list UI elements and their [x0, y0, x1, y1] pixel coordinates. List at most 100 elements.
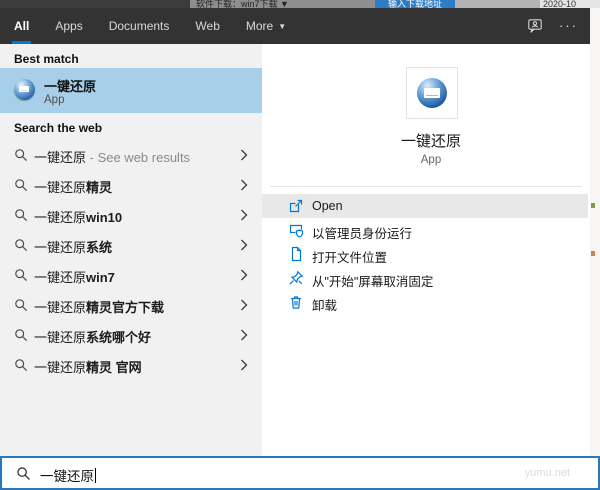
suggestion-text: 一键还原精灵官方下载 [34, 297, 164, 316]
action-open[interactable]: Open [262, 194, 588, 218]
chevron-right-icon[interactable] [240, 239, 248, 251]
search-icon [14, 268, 28, 282]
background-artifact [591, 203, 595, 208]
chevron-right-icon[interactable] [240, 209, 248, 221]
suggestion-query: 一键还原 [34, 240, 86, 255]
background-download-button: 输入下载地址 [375, 0, 455, 8]
web-suggestion-row[interactable]: 一键还原win10 [0, 200, 262, 230]
chevron-right-icon[interactable] [240, 269, 248, 281]
watermark-text: yumu.net [525, 467, 570, 479]
suggestion-text: 一键还原win10 [34, 207, 122, 226]
app-subtitle: App [262, 154, 600, 166]
suggestion-completion: win10 [86, 210, 122, 225]
topbar-icons: ··· [527, 8, 578, 44]
web-suggestion-row[interactable]: 一键还原系统哪个好 [0, 320, 262, 350]
suggestion-query: 一键还原 [34, 180, 86, 195]
windows-search-screen: 软件下载：win7下载 ▼ 输入下载地址 2020-10 All Apps Do… [0, 0, 600, 490]
action-open-file-location[interactable]: 打开文件位置 [262, 242, 588, 266]
background-right-edge [590, 8, 600, 490]
best-match-result[interactable]: 一键还原 App [0, 68, 262, 113]
unpin-icon [288, 270, 304, 286]
chevron-right-icon[interactable] [240, 359, 248, 371]
suggestion-completion: 系统哪个好 [86, 330, 151, 345]
tab-documents-label: Documents [109, 19, 170, 33]
background-dark-segment [0, 0, 190, 8]
search-input[interactable]: 一键还原 yumu.net [0, 456, 600, 490]
file-location-icon [288, 246, 304, 262]
action-label: 打开文件位置 [312, 247, 387, 266]
suggestion-text: 一键还原 - See web results [34, 147, 190, 166]
web-suggestion-row[interactable]: 一键还原win7 [0, 260, 262, 290]
trash-icon [288, 294, 304, 310]
background-date-fragment: 2020-10 [540, 0, 600, 8]
suggestion-text: 一键还原精灵 [34, 177, 112, 196]
filter-tabs: All Apps Documents Web More ▼ [14, 8, 286, 44]
background-page-strip: 软件下载：win7下载 ▼ 输入下载地址 2020-10 [0, 0, 600, 8]
web-suggestion-row[interactable]: 一键还原系统 [0, 230, 262, 260]
suggestion-query: 一键还原 [34, 150, 86, 165]
tab-more[interactable]: More ▼ [246, 8, 286, 44]
search-icon [14, 238, 28, 252]
suggestion-completion: 系统 [86, 240, 112, 255]
suggestion-completion: 精灵 [86, 180, 112, 195]
search-icon [14, 148, 28, 162]
search-input-value: 一键还原 [40, 465, 96, 485]
best-match-header: Best match [14, 52, 79, 66]
search-icon [14, 358, 28, 372]
web-suggestion-row[interactable]: 一键还原 - See web results [0, 140, 262, 170]
suggestion-query: 一键还原 [34, 360, 86, 375]
suggestion-note: - See web results [86, 150, 190, 165]
suggestion-query: 一键还原 [34, 330, 86, 345]
action-label: Open [312, 199, 343, 213]
chevron-right-icon[interactable] [240, 329, 248, 341]
search-icon [14, 328, 28, 342]
more-options-icon[interactable]: ··· [559, 21, 578, 31]
action-run-as-admin[interactable]: 以管理员身份运行 [262, 218, 588, 242]
search-filter-bar: All Apps Documents Web More ▼ ··· [0, 8, 590, 44]
chevron-down-icon: ▼ [278, 22, 286, 31]
suggestion-query: 一键还原 [34, 210, 86, 225]
tab-all[interactable]: All [14, 8, 29, 44]
search-the-web-header: Search the web [14, 121, 102, 135]
tab-documents[interactable]: Documents [109, 8, 170, 44]
chevron-right-icon[interactable] [240, 149, 248, 161]
app-icon-card [406, 67, 458, 119]
app-icon [417, 78, 447, 108]
tab-apps[interactable]: Apps [55, 8, 82, 44]
web-suggestion-row[interactable]: 一键还原精灵 官网 [0, 350, 262, 380]
suggestion-text: 一键还原系统 [34, 237, 112, 256]
best-match-title: 一键还原 [44, 76, 96, 95]
action-label: 以管理员身份运行 [312, 223, 412, 242]
app-detail-panel: 一键还原 App Open [262, 44, 590, 456]
suggestion-query: 一键还原 [34, 300, 86, 315]
suggestion-completion: 精灵官方下载 [86, 300, 164, 315]
web-suggestion-row[interactable]: 一键还原精灵官方下载 [0, 290, 262, 320]
background-text-fragment: 软件下载：win7下载 ▼ [190, 0, 375, 8]
run-as-admin-icon [288, 222, 304, 238]
search-icon [16, 466, 31, 481]
app-icon [14, 79, 35, 100]
background-artifact [591, 251, 595, 256]
web-suggestion-row[interactable]: 一键还原精灵 [0, 170, 262, 200]
action-uninstall[interactable]: 卸载 [262, 290, 588, 314]
search-icon [14, 208, 28, 222]
action-label: 从"开始"屏幕取消固定 [312, 271, 433, 290]
suggestion-completion: 精灵 官网 [86, 360, 142, 375]
action-unpin-from-start[interactable]: 从"开始"屏幕取消固定 [262, 266, 588, 290]
tab-web[interactable]: Web [195, 8, 219, 44]
app-title: 一键还原 [262, 130, 600, 151]
suggestion-completion: win7 [86, 270, 115, 285]
suggestion-text: 一键还原系统哪个好 [34, 327, 151, 346]
chevron-right-icon[interactable] [240, 299, 248, 311]
results-panel: Best match 一键还原 App Search the web 一键还原 … [0, 44, 262, 456]
open-icon [288, 198, 304, 214]
feedback-icon[interactable] [527, 18, 543, 34]
best-match-subtitle: App [44, 94, 64, 106]
background-gray-segment [455, 0, 540, 8]
suggestion-text: 一键还原精灵 官网 [34, 357, 142, 376]
chevron-right-icon[interactable] [240, 179, 248, 191]
search-icon [14, 178, 28, 192]
tab-more-label: More [246, 19, 273, 33]
suggestion-text: 一键还原win7 [34, 267, 115, 286]
tab-all-label: All [14, 19, 29, 33]
